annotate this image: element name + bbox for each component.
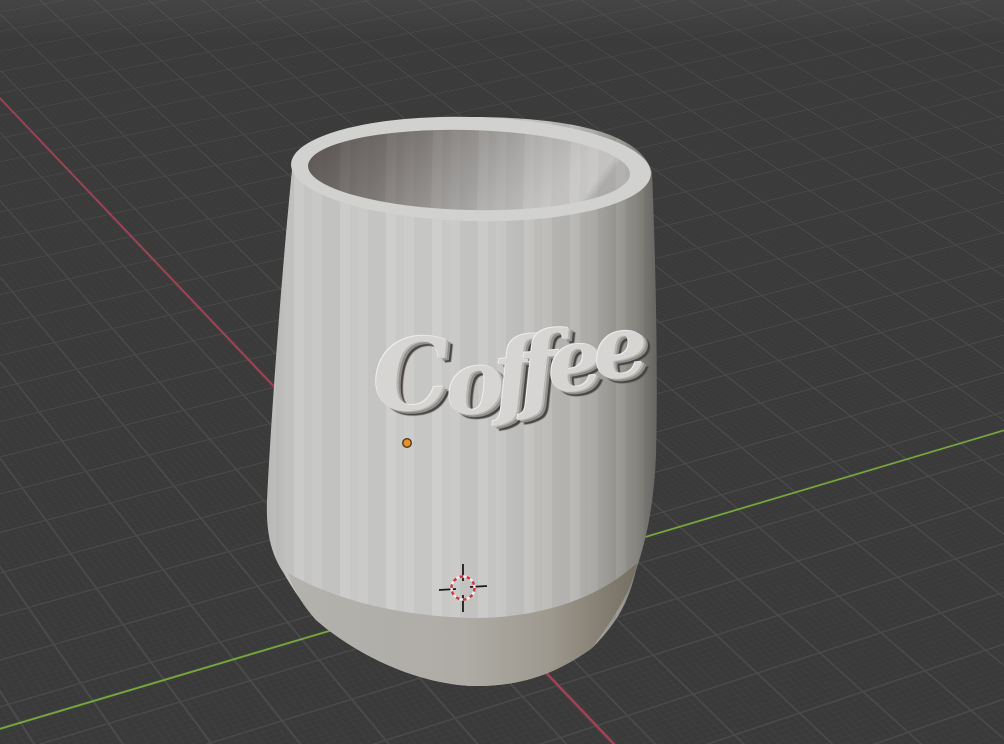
blender-3d-viewport[interactable]: Coffee [0, 0, 1004, 744]
viewport-overlays [402, 438, 488, 612]
object-origin-point[interactable] [402, 438, 413, 449]
3d-cursor[interactable] [438, 564, 488, 612]
